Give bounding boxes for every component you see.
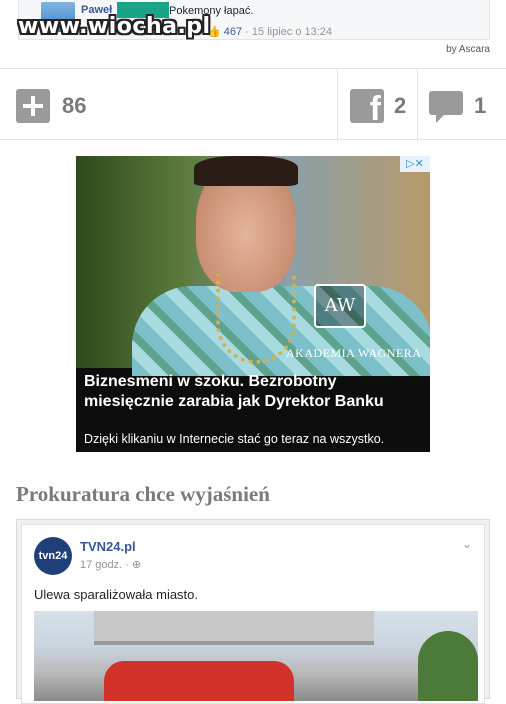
ad-photo-hair	[194, 156, 298, 186]
article-title[interactable]: Prokuratura chce wyjaśnień	[16, 482, 270, 507]
ad-photo: AW AKADEMIA WAGNERA	[76, 156, 430, 376]
like-count[interactable]: 👍 467	[207, 26, 242, 38]
divider	[337, 69, 338, 141]
post-image-canopy	[94, 611, 374, 645]
ad-choices-close-icon[interactable]: ▷✕	[400, 156, 430, 172]
post-timestamp: 17 godz. · ⊕	[80, 559, 142, 571]
embedded-post: tvn24 TVN24.pl 17 godz. · ⊕ ⌄ Ulewa spar…	[16, 519, 490, 704]
ad-logo-text: AKADEMIA WAGNERA	[286, 346, 422, 360]
divider	[417, 69, 418, 141]
post-image-tree	[418, 631, 478, 701]
advertisement[interactable]: AW AKADEMIA WAGNERA ▷✕ Biznesmeni w szok…	[76, 156, 430, 452]
comment-icon[interactable]	[428, 89, 464, 123]
post-author[interactable]: TVN24.pl	[80, 539, 136, 554]
chevron-down-icon[interactable]: ⌄	[462, 537, 472, 551]
post-avatar[interactable]: tvn24	[34, 537, 72, 575]
facebook-icon[interactable]: f	[350, 89, 384, 123]
ad-logo-badge: AW	[314, 284, 366, 328]
like-count-value: 467	[223, 26, 243, 38]
author-credit: by Ascara	[446, 44, 490, 55]
ad-subtext: Dzięki klikaniu w Internecie stać go ter…	[84, 432, 385, 446]
plus-count: 86	[62, 93, 87, 118]
top-post-timestamp: 15 lipiec o 13:24	[251, 26, 333, 38]
comment-count: 1	[474, 93, 487, 118]
post-image[interactable]	[34, 611, 478, 701]
site-watermark: www.wiocha.pl	[18, 14, 211, 39]
post-text: Ulewa sparaliżowała miasto.	[34, 587, 199, 602]
action-bar: 86 f 2 1	[0, 68, 506, 141]
post-image-train	[104, 661, 294, 701]
ad-headline[interactable]: Biznesmeni w szoku. Bezrobotny miesięczn…	[84, 372, 424, 412]
top-post-meta: 👍 467 · 15 lipiec o 13:24	[207, 26, 333, 38]
embedded-post-body: tvn24 TVN24.pl 17 godz. · ⊕ ⌄ Ulewa spar…	[21, 524, 485, 704]
ad-photo-chain	[216, 274, 296, 364]
plus-icon[interactable]	[16, 89, 50, 123]
facebook-share-count: 2	[394, 93, 407, 118]
